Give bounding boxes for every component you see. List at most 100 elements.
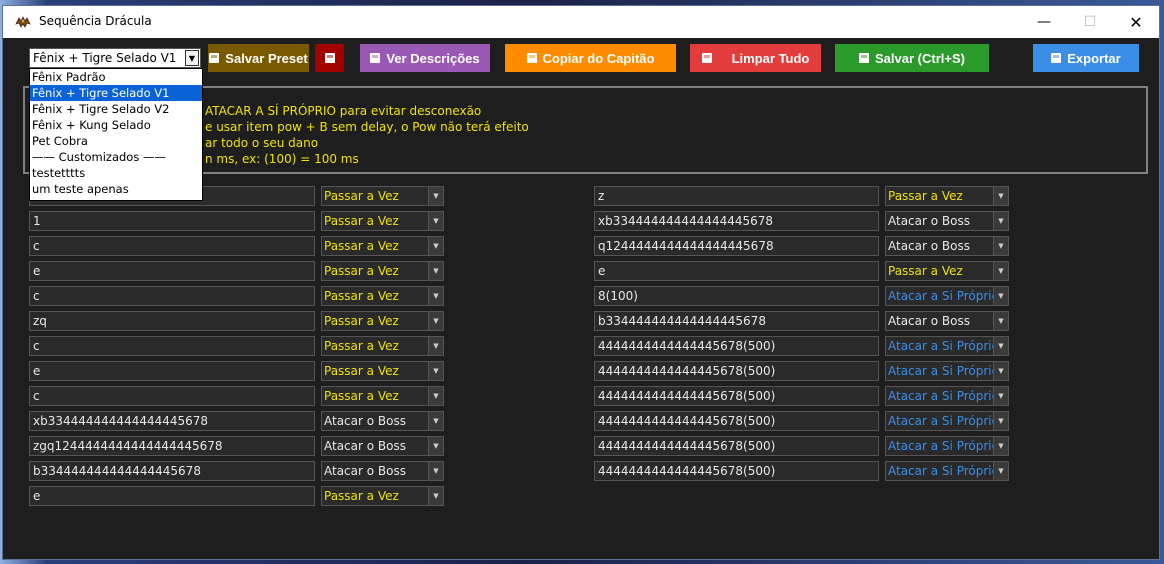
sequence-key-input[interactable]: e xyxy=(29,361,315,381)
action-select[interactable]: Passar a Vez ▼ xyxy=(321,386,444,406)
sequence-key-input[interactable]: xb334444444444444445678 xyxy=(29,411,315,431)
preset-select[interactable]: Fênix + Tigre Selado V1 ▼ xyxy=(29,48,201,68)
preset-option[interactable]: testetttts xyxy=(30,165,202,181)
chevron-down-icon[interactable]: ▼ xyxy=(993,237,1008,255)
action-select-value: Atacar a Si Próprio xyxy=(888,439,999,453)
action-select[interactable]: Passar a Vez ▼ xyxy=(321,236,444,256)
chevron-down-icon[interactable]: ▼ xyxy=(993,462,1008,480)
preset-option[interactable]: —— Customizados —— xyxy=(30,149,202,165)
action-select[interactable]: Passar a Vez ▼ xyxy=(885,186,1009,206)
action-select[interactable]: Atacar o Boss ▼ xyxy=(321,436,444,456)
chevron-down-icon[interactable]: ▼ xyxy=(993,287,1008,305)
sequence-key-input[interactable]: 4444444444444445678(500) xyxy=(594,361,879,381)
chevron-down-icon[interactable]: ▼ xyxy=(428,187,443,205)
action-select[interactable]: Passar a Vez ▼ xyxy=(321,336,444,356)
save-preset-button[interactable]: Salvar Preset xyxy=(208,44,309,72)
preset-option[interactable]: Fênix Padrão xyxy=(30,69,202,85)
sequence-key-input[interactable]: b334444444444444445678 xyxy=(29,461,315,481)
copy-captain-button[interactable]: Copiar do Capitão xyxy=(505,44,676,72)
chevron-down-icon[interactable]: ▼ xyxy=(993,337,1008,355)
chevron-down-icon[interactable]: ▼ xyxy=(993,187,1008,205)
chevron-down-icon[interactable]: ▼ xyxy=(428,362,443,380)
sequence-key-input[interactable]: e xyxy=(594,261,879,281)
info-line: ATACAR A SÍ PRÓPRIO para evitar desconex… xyxy=(205,104,482,118)
clear-all-button[interactable]: Limpar Tudo xyxy=(690,44,821,72)
chevron-down-icon[interactable]: ▼ xyxy=(993,362,1008,380)
action-select[interactable]: Passar a Vez ▼ xyxy=(321,286,444,306)
sequence-key-input[interactable]: c xyxy=(29,336,315,356)
chevron-down-icon[interactable]: ▼ xyxy=(428,337,443,355)
chevron-down-icon[interactable]: ▼ xyxy=(993,437,1008,455)
sequence-key-input[interactable]: c xyxy=(29,236,315,256)
action-select-value: Passar a Vez xyxy=(324,189,399,203)
action-select[interactable]: Atacar a Si Próprio ▼ xyxy=(885,336,1009,356)
sequence-key-input[interactable]: b334444444444444445678 xyxy=(594,311,879,331)
chevron-down-icon[interactable]: ▼ xyxy=(428,387,443,405)
action-select[interactable]: Atacar o Boss ▼ xyxy=(321,411,444,431)
preset-option[interactable]: Fênix + Tigre Selado V1 xyxy=(30,85,202,101)
sequence-key-input[interactable]: e xyxy=(29,261,315,281)
chevron-down-icon[interactable]: ▼ xyxy=(428,437,443,455)
sequence-key-input[interactable]: 4444444444444445678(500) xyxy=(594,461,879,481)
action-select[interactable]: Atacar o Boss ▼ xyxy=(885,236,1009,256)
action-select[interactable]: Passar a Vez ▼ xyxy=(321,361,444,381)
sequence-key-input[interactable]: 4444444444444445678(500) xyxy=(594,436,879,456)
info-line: n ms, ex: (100) = 100 ms xyxy=(205,152,359,166)
chevron-down-icon[interactable]: ▼ xyxy=(428,312,443,330)
close-button[interactable]: ✕ xyxy=(1113,6,1159,38)
action-select[interactable]: Atacar a Si Próprio ▼ xyxy=(885,411,1009,431)
action-select[interactable]: Atacar o Boss ▼ xyxy=(885,211,1009,231)
preset-option[interactable]: um teste apenas xyxy=(30,181,202,197)
action-select[interactable]: Passar a Vez ▼ xyxy=(885,261,1009,281)
chevron-down-icon[interactable]: ▼ xyxy=(993,262,1008,280)
chevron-down-icon[interactable]: ▼ xyxy=(993,212,1008,230)
chevron-down-icon[interactable]: ▼ xyxy=(428,412,443,430)
action-select[interactable]: Passar a Vez ▼ xyxy=(321,311,444,331)
preset-option[interactable]: Pet Cobra xyxy=(30,133,202,149)
maximize-button[interactable]: ☐ xyxy=(1067,6,1113,38)
sequence-key-input[interactable]: zgq1244444444444444445678 xyxy=(29,436,315,456)
sequence-key-input[interactable]: z xyxy=(594,186,879,206)
chevron-down-icon[interactable]: ▼ xyxy=(428,462,443,480)
preset-dropdown-list[interactable]: Fênix Padrão Fênix + Tigre Selado V1 Fênix… xyxy=(29,68,203,201)
chevron-down-icon[interactable]: ▼ xyxy=(993,387,1008,405)
chevron-down-icon[interactable]: ▼ xyxy=(428,287,443,305)
view-descriptions-button[interactable]: Ver Descrições xyxy=(360,44,490,72)
action-select[interactable]: Atacar a Si Próprio ▼ xyxy=(885,461,1009,481)
action-select[interactable]: Passar a Vez ▼ xyxy=(321,186,444,206)
action-select-value: Passar a Vez xyxy=(324,314,399,328)
chevron-down-icon[interactable]: ▼ xyxy=(185,50,199,66)
action-select[interactable]: Atacar a Si Próprio ▼ xyxy=(885,361,1009,381)
preset-option[interactable]: Fênix + Kung Selado xyxy=(30,117,202,133)
sequence-key-input[interactable]: 8(100) xyxy=(594,286,879,306)
preset-option[interactable]: Fênix + Tigre Selado V2 xyxy=(30,101,202,117)
sequence-key-input[interactable]: c xyxy=(29,286,315,306)
export-button[interactable]: Exportar xyxy=(1033,44,1139,72)
sequence-key-input[interactable]: e xyxy=(29,486,315,506)
sequence-key-input[interactable]: xb334444444444444445678 xyxy=(594,211,879,231)
action-select[interactable]: Atacar o Boss ▼ xyxy=(321,461,444,481)
sequence-key-input[interactable]: q1244444444444444445678 xyxy=(594,236,879,256)
minimize-button[interactable]: — xyxy=(1021,6,1067,38)
action-select[interactable]: Atacar a Si Próprio ▼ xyxy=(885,386,1009,406)
action-select[interactable]: Passar a Vez ▼ xyxy=(321,211,444,231)
sequence-key-input[interactable]: 4444444444444445678(500) xyxy=(594,386,879,406)
action-select[interactable]: Passar a Vez ▼ xyxy=(321,261,444,281)
chevron-down-icon[interactable]: ▼ xyxy=(428,262,443,280)
action-select[interactable]: Passar a Vez ▼ xyxy=(321,486,444,506)
action-select[interactable]: Atacar a Si Próprio ▼ xyxy=(885,436,1009,456)
save-button[interactable]: Salvar (Ctrl+S) xyxy=(835,44,989,72)
delete-preset-button[interactable] xyxy=(315,44,344,72)
sequence-key-input[interactable]: 4444444444444445678(500) xyxy=(594,411,879,431)
chevron-down-icon[interactable]: ▼ xyxy=(993,312,1008,330)
chevron-down-icon[interactable]: ▼ xyxy=(428,212,443,230)
chevron-down-icon[interactable]: ▼ xyxy=(428,237,443,255)
sequence-key-input[interactable]: 1 xyxy=(29,211,315,231)
chevron-down-icon[interactable]: ▼ xyxy=(993,412,1008,430)
sequence-key-input[interactable]: zq xyxy=(29,311,315,331)
sequence-key-input[interactable]: 4444444444444445678(500) xyxy=(594,336,879,356)
action-select[interactable]: Atacar a Si Próprio ▼ xyxy=(885,286,1009,306)
action-select[interactable]: Atacar o Boss ▼ xyxy=(885,311,1009,331)
chevron-down-icon[interactable]: ▼ xyxy=(428,487,443,505)
sequence-key-input[interactable]: c xyxy=(29,386,315,406)
